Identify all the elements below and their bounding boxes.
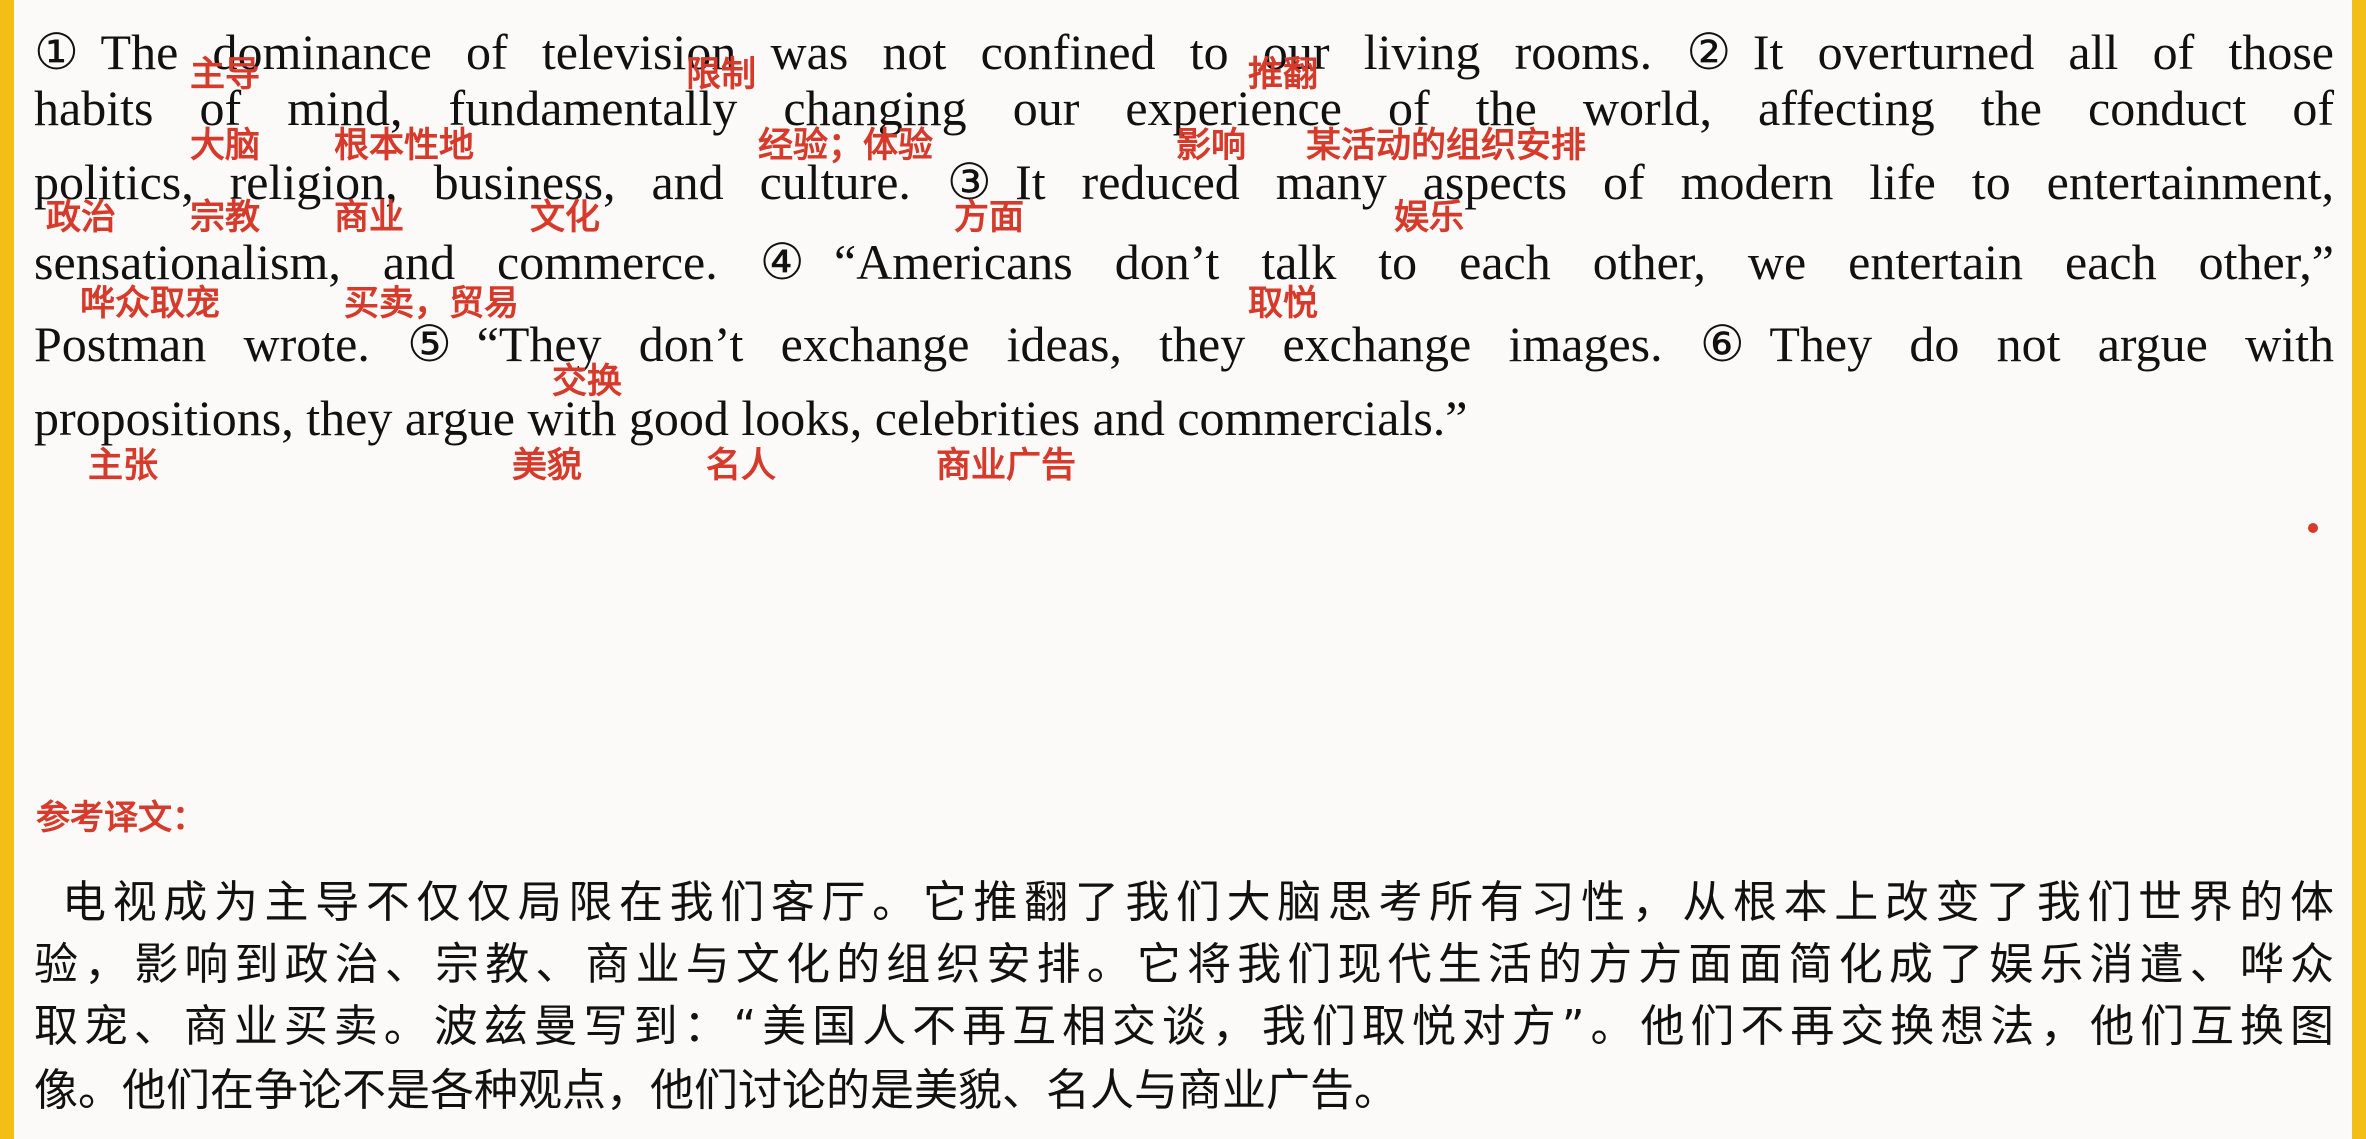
annotation-good-looks: 美貌 [512, 446, 583, 486]
chinese-line-4: 像。他们在争论不是各种观点，他们讨论的是美貌、名人与商业广告。 [34, 1065, 1398, 1116]
annotation-fundamentally: 根本性地 [334, 126, 475, 166]
document-page: ①The dominance of television was not con… [14, 0, 2352, 1139]
english-line-1: ①The dominance of television was not con… [34, 24, 2334, 80]
left-yellow-border [0, 0, 14, 1139]
annotation-entertainment: 娱乐 [1394, 198, 1465, 238]
annotation-aspects: 方面 [954, 198, 1025, 238]
annotation-overturned: 推翻 [1248, 55, 1319, 95]
annotation-conduct: 某活动的组织安排 [1306, 126, 1587, 166]
english-line-6: propositions, they argue with good looks… [34, 390, 1468, 446]
annotation-dominance: 主导 [190, 55, 261, 95]
annotation-celebrities: 名人 [706, 446, 777, 486]
pointer-dot [2308, 523, 2318, 533]
reference-translation-title: 参考译文： [36, 798, 206, 838]
annotation-experience: 经验；体验 [758, 126, 934, 166]
annotation-commercials: 商业广告 [936, 446, 1077, 486]
annotation-exchange: 交换 [552, 362, 623, 402]
annotation-culture: 文化 [530, 198, 601, 238]
annotation-commerce: 买卖，贸易 [344, 284, 520, 324]
english-line-5: Postman wrote. ⑤“They don’t exchange ide… [34, 316, 2334, 372]
annotation-religion: 宗教 [190, 198, 261, 238]
annotation-confined: 限制 [686, 55, 757, 95]
chinese-line-1: 电视成为主导不仅仅局限在我们客厅。它推翻了我们大脑思考所有习性，从根本上改变了我… [62, 877, 2334, 928]
annotation-politics: 政治 [46, 198, 117, 238]
annotation-sensationalism: 哗众取宠 [80, 284, 221, 324]
chinese-line-2: 验，影响到政治、宗教、商业与文化的组织安排。它将我们现代生活的方方面面简化成了娱… [34, 939, 2334, 990]
right-yellow-border [2352, 0, 2366, 1139]
annotation-propositions: 主张 [88, 446, 159, 486]
annotation-mind: 大脑 [190, 126, 261, 166]
annotation-affecting: 影响 [1176, 126, 1247, 166]
annotation-business: 商业 [334, 198, 405, 238]
annotation-entertain: 取悦 [1248, 284, 1319, 324]
chinese-line-3: 取宠、商业买卖。波兹曼写到：“美国人不再互相交谈，我们取悦对方”。他们不再交换想… [34, 1001, 2334, 1052]
english-line-4: sensationalism, and commerce. ④“American… [34, 234, 2334, 290]
